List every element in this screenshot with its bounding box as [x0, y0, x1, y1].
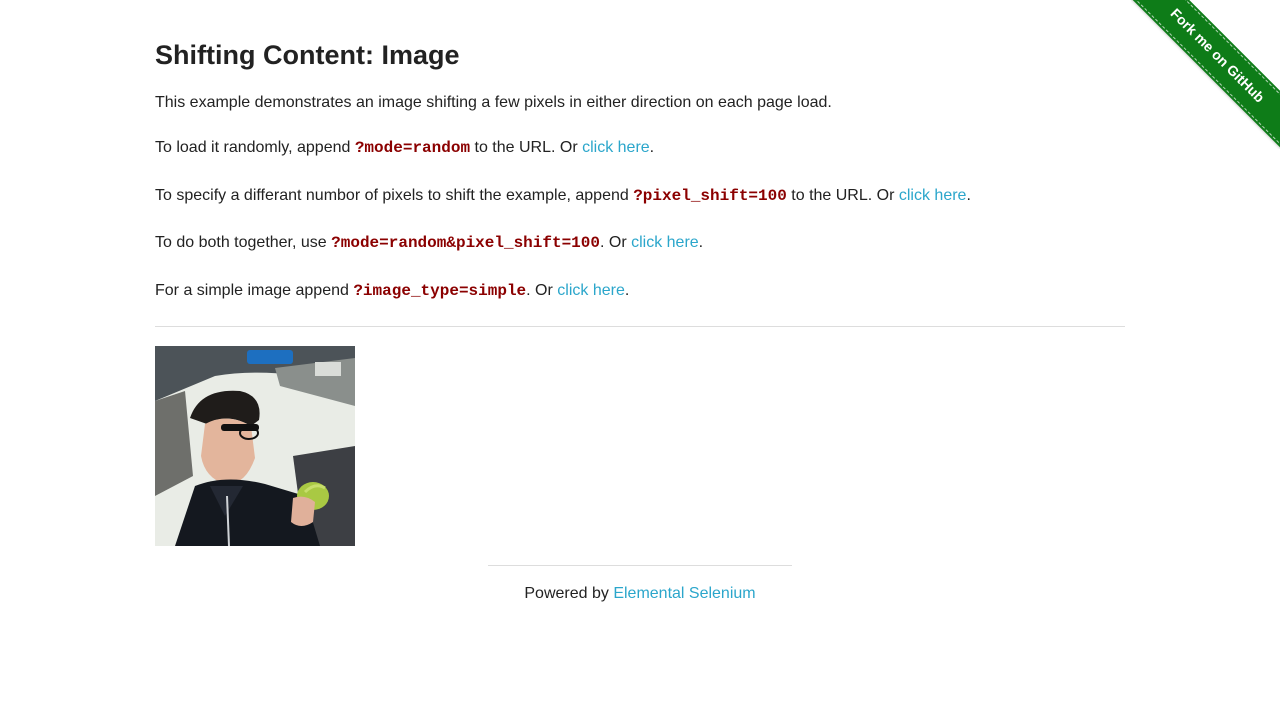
github-ribbon-container: Fork me on GitHub	[1131, 0, 1280, 149]
intro-text: This example demonstrates an image shift…	[155, 94, 832, 111]
instruction-random: To load it randomly, append ?mode=random…	[155, 138, 1125, 158]
page: Fork me on GitHub Shifting Content: Imag…	[0, 0, 1280, 720]
elemental-selenium-link[interactable]: Elemental Selenium	[613, 585, 755, 602]
instruction-text: . Or	[526, 282, 558, 299]
instruction-text: .	[649, 139, 655, 156]
query-code: ?pixel_shift=100	[633, 187, 787, 205]
click-here-simple-link[interactable]: click here	[557, 282, 625, 299]
instruction-text: to the URL. Or	[786, 187, 899, 204]
fork-me-on-github-ribbon[interactable]: Fork me on GitHub	[1131, 0, 1280, 149]
instruction-text: To load it randomly, append	[155, 139, 355, 156]
page-title: Shifting Content: Image	[155, 40, 460, 70]
footer: Powered by Elemental Selenium	[488, 565, 792, 604]
instruction-text: . Or	[599, 234, 632, 251]
instruction-text: To specify a differant numbor of pixels …	[155, 187, 634, 204]
query-code: ?mode=random	[354, 139, 471, 157]
click-here-random-link[interactable]: click here	[582, 139, 650, 156]
instruction-text: .	[698, 234, 704, 251]
footer-prefix: Powered by	[524, 585, 614, 602]
shifting-image	[155, 346, 355, 546]
instruction-pixel-shift: To specify a differant numbor of pixels …	[155, 186, 1125, 206]
main-content: Shifting Content: Image This example dem…	[155, 0, 1125, 546]
query-code: ?image_type=simple	[353, 282, 527, 300]
instruction-text: to the URL. Or	[470, 139, 583, 156]
instruction-text: To do both together, use	[155, 234, 332, 251]
instruction-simple-image: For a simple image append ?image_type=si…	[155, 281, 1125, 301]
click-here-both-link[interactable]: click here	[631, 234, 699, 251]
click-here-pixel-shift-link[interactable]: click here	[899, 187, 967, 204]
query-code: ?mode=random&pixel_shift=100	[331, 234, 600, 252]
instruction-text: .	[966, 187, 971, 204]
instruction-text: .	[624, 282, 630, 299]
instruction-both: To do both together, use ?mode=random&pi…	[155, 233, 1125, 253]
instruction-text: For a simple image append	[155, 282, 354, 299]
content-divider	[155, 326, 1125, 327]
